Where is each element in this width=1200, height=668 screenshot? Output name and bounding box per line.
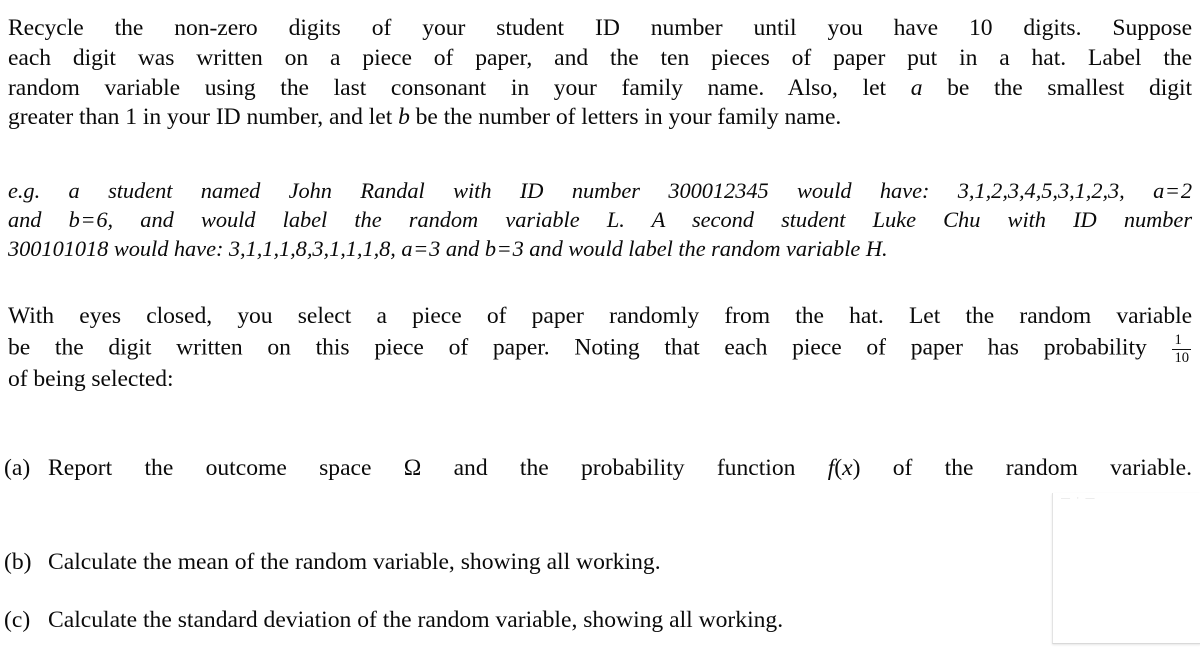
item-marker-a: (a) bbox=[4, 455, 31, 481]
text-run: of being selected: bbox=[8, 365, 174, 392]
fraction-numerator: 1 bbox=[1172, 332, 1191, 351]
variable-b: b bbox=[398, 104, 410, 131]
item-marker-b: (b) bbox=[4, 549, 32, 575]
random-variable-H: H bbox=[865, 236, 882, 262]
variable-a: a bbox=[1153, 178, 1165, 203]
item-body-a: Report the outcome space Ω and the proba… bbox=[48, 454, 1192, 483]
text-run: be the digit written on this piece of pa… bbox=[8, 334, 1172, 361]
text-run: Recycle the non-zero digits of your stud… bbox=[8, 15, 1192, 41]
math-variable-x: x bbox=[842, 455, 853, 481]
text-run: and the probability function bbox=[421, 455, 828, 481]
text-run: and would label the random variable bbox=[523, 236, 866, 262]
text-run: , and would label the random variable bbox=[107, 207, 607, 233]
text-run: each digit was written on a piece of pap… bbox=[8, 44, 1192, 71]
math-paren-open: ( bbox=[834, 455, 843, 481]
omega-symbol: Ω bbox=[403, 455, 422, 481]
item-marker-c: (c) bbox=[4, 607, 31, 633]
paragraph-line: e.g. a student named John Randal with ID… bbox=[8, 176, 1192, 205]
variable-a: a bbox=[910, 74, 923, 101]
paragraph-line: greater than 1 in your ID number, and le… bbox=[8, 103, 1192, 133]
text-run: . bbox=[881, 236, 888, 262]
question-item-a: (a) Report the outcome space Ω and the p… bbox=[4, 454, 1192, 483]
text-run: . A second student Luke Chu with ID numb… bbox=[619, 207, 1192, 233]
paragraph-line: 300101018 would have: 3,1,1,1,8,3,1,1,1,… bbox=[8, 234, 1192, 263]
equals-sign: = bbox=[81, 207, 95, 233]
variable-a: a bbox=[401, 236, 413, 262]
clipped-text-fragment: — · — bbox=[1061, 495, 1097, 502]
paragraph-line: of being selected: bbox=[8, 365, 1192, 395]
text-run: greater than 1 in your ID number, and le… bbox=[8, 104, 399, 131]
text-run: be the smallest digit bbox=[922, 74, 1193, 101]
paragraph-line: random variable using the last consonant… bbox=[8, 74, 1192, 104]
paragraph-line: Recycle the non-zero digits of your stud… bbox=[8, 14, 1192, 44]
equals-sign: = bbox=[498, 236, 511, 262]
value: 3 bbox=[429, 236, 441, 262]
value: 3 bbox=[512, 236, 524, 262]
question-item-c: (c) Calculate the standard deviation of … bbox=[4, 606, 1192, 635]
value: 6 bbox=[96, 207, 108, 233]
text-run: and bbox=[440, 236, 485, 262]
text-run: Report the outcome space bbox=[48, 455, 404, 481]
document-page: Recycle the non-zero digits of your stud… bbox=[0, 0, 1200, 668]
variable-b: b bbox=[484, 236, 496, 262]
equals-sign: = bbox=[1166, 178, 1179, 203]
overlay-panel: — · — bbox=[1052, 493, 1200, 644]
text-run: 300101018 would have: 3,1,1,1,8,3,1,1,1,… bbox=[8, 236, 402, 262]
value: 2 bbox=[1180, 178, 1192, 203]
text-run: random variable using the last consonant… bbox=[8, 74, 911, 101]
fraction-denominator: 10 bbox=[1174, 350, 1189, 367]
paragraph-selection: With eyes closed, you select a piece of … bbox=[8, 302, 1192, 394]
text-run: With eyes closed, you select a piece of … bbox=[8, 303, 1192, 329]
text-run: and bbox=[8, 207, 69, 233]
text-run: be the number of letters in your family … bbox=[409, 104, 842, 131]
paragraph-example: e.g. a student named John Randal with ID… bbox=[8, 176, 1192, 264]
random-variable-L: L bbox=[606, 207, 620, 233]
item-body-b: Calculate the mean of the random variabl… bbox=[48, 549, 661, 575]
paragraph-line: With eyes closed, you select a piece of … bbox=[8, 302, 1192, 332]
fraction-one-tenth: 1 10 bbox=[1172, 332, 1191, 367]
equals-sign: = bbox=[414, 236, 428, 262]
text-run: e.g. a student named John Randal with ID… bbox=[8, 178, 1154, 203]
item-body-c: Calculate the standard deviation of the … bbox=[48, 607, 784, 633]
paragraph-line: be the digit written on this piece of pa… bbox=[8, 332, 1192, 367]
question-item-b: (b) Calculate the mean of the random var… bbox=[4, 548, 1192, 577]
paragraph-line: and b=6, and would label the random vari… bbox=[8, 205, 1192, 234]
paragraph-instructions: Recycle the non-zero digits of your stud… bbox=[8, 14, 1192, 133]
text-run: of the random variable. bbox=[860, 455, 1192, 481]
variable-b: b bbox=[68, 207, 80, 233]
paragraph-line: each digit was written on a piece of pap… bbox=[8, 44, 1192, 74]
